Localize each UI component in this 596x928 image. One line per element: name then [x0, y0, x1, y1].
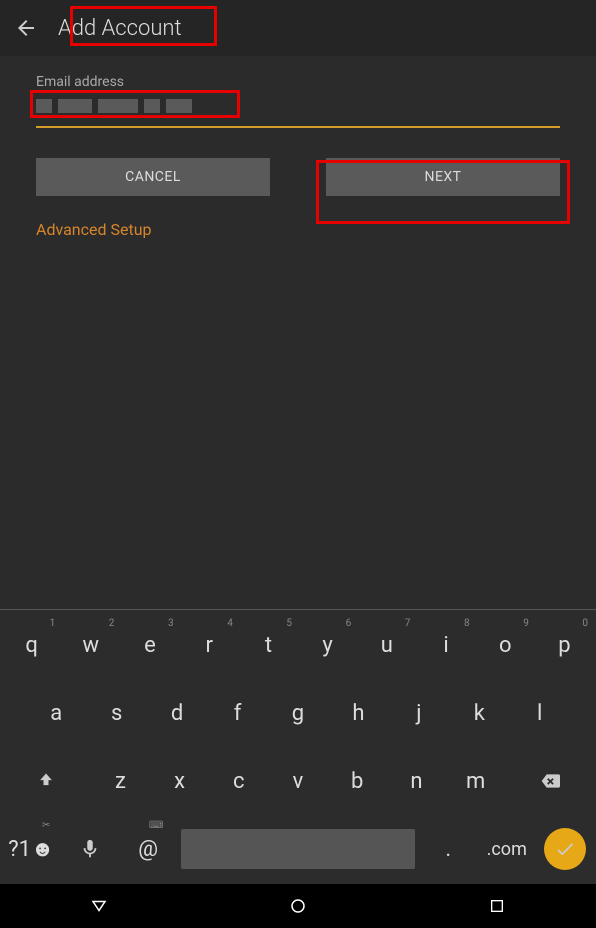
key-superscript: 8: [464, 618, 470, 629]
key-o[interactable]: 9o: [476, 616, 535, 674]
key-w[interactable]: 2w: [61, 616, 120, 674]
input-underline: [36, 126, 560, 128]
shift-key[interactable]: [2, 752, 91, 810]
keyboard-row-2: asdfghjkl: [2, 684, 594, 742]
key-label: g: [292, 701, 304, 726]
email-label: Email address: [36, 74, 560, 90]
key-superscript: 4: [227, 618, 233, 629]
key-superscript: 2: [109, 618, 115, 629]
key-y[interactable]: 6y: [298, 616, 357, 674]
key-e[interactable]: 3e: [120, 616, 179, 674]
enter-key[interactable]: [544, 828, 586, 870]
key-superscript: 5: [286, 618, 292, 629]
email-input[interactable]: [36, 94, 560, 118]
key-b[interactable]: b: [328, 752, 387, 810]
header: Add Account: [0, 0, 596, 56]
key-d[interactable]: d: [147, 684, 207, 742]
key-label: a: [50, 701, 62, 726]
key-label: y: [322, 633, 332, 658]
button-row: CANCEL NEXT: [36, 158, 560, 196]
key-superscript: 1: [50, 618, 56, 629]
redacted-email: [36, 94, 560, 118]
spacebar-key[interactable]: [181, 829, 415, 869]
key-label: c: [233, 769, 245, 794]
key-label: b: [351, 769, 363, 794]
at-key-label: @: [138, 837, 158, 862]
key-k[interactable]: k: [449, 684, 509, 742]
key-label: d: [171, 701, 183, 726]
key-m[interactable]: m: [446, 752, 505, 810]
key-p[interactable]: 0p: [535, 616, 594, 674]
key-u[interactable]: 7u: [357, 616, 416, 674]
keyboard-row-bottom: ✂ ?1☻ ⌨ @ . .com: [2, 820, 594, 878]
key-label: t: [265, 633, 272, 658]
key-superscript: 6: [346, 618, 352, 629]
key-c[interactable]: c: [209, 752, 268, 810]
keyboard-row-1: 1q2w3e4r5t6y7u8i9o0p: [2, 616, 594, 674]
key-label: l: [537, 701, 542, 726]
dotcom-key[interactable]: .com: [478, 820, 536, 878]
keyboard-hint-icon: ⌨: [149, 820, 163, 831]
key-superscript: 7: [405, 618, 411, 629]
key-label: w: [83, 633, 100, 658]
key-s[interactable]: s: [86, 684, 146, 742]
content: Email address CANCEL NEXT Advanced Setup: [0, 56, 596, 257]
key-label: o: [499, 633, 512, 658]
back-arrow-icon[interactable]: [14, 16, 38, 40]
key-j[interactable]: j: [389, 684, 449, 742]
key-a[interactable]: a: [26, 684, 86, 742]
key-v[interactable]: v: [268, 752, 327, 810]
key-g[interactable]: g: [268, 684, 328, 742]
nav-home-icon[interactable]: [286, 894, 310, 918]
key-superscript: 0: [582, 618, 588, 629]
key-superscript: 9: [523, 618, 529, 629]
key-label: q: [25, 633, 38, 658]
key-f[interactable]: f: [207, 684, 267, 742]
key-label: u: [381, 633, 393, 658]
key-label: k: [474, 701, 485, 726]
symbols-key[interactable]: ✂ ?1☻: [2, 820, 60, 878]
dot-key[interactable]: .: [419, 820, 477, 878]
page-title: Add Account: [58, 16, 182, 41]
nav-back-icon[interactable]: [87, 894, 111, 918]
backspace-key[interactable]: [505, 752, 594, 810]
next-button[interactable]: NEXT: [326, 158, 560, 196]
key-label: s: [111, 701, 122, 726]
onscreen-keyboard: 1q2w3e4r5t6y7u8i9o0p asdfghjkl zxcvbnm ✂…: [0, 609, 596, 884]
key-label: z: [115, 769, 126, 794]
key-label: h: [352, 701, 364, 726]
key-superscript: 3: [168, 618, 174, 629]
mic-key[interactable]: [60, 820, 118, 878]
key-h[interactable]: h: [328, 684, 388, 742]
key-label: j: [416, 701, 421, 726]
key-label: x: [174, 769, 185, 794]
cancel-button[interactable]: CANCEL: [36, 158, 270, 196]
system-navbar: [0, 884, 596, 928]
key-label: p: [558, 633, 570, 658]
key-r[interactable]: 4r: [180, 616, 239, 674]
key-n[interactable]: n: [387, 752, 446, 810]
at-key[interactable]: ⌨ @: [119, 820, 177, 878]
key-label: r: [205, 633, 212, 658]
key-z[interactable]: z: [91, 752, 150, 810]
key-l[interactable]: l: [510, 684, 570, 742]
advanced-setup-link[interactable]: Advanced Setup: [36, 220, 152, 239]
key-x[interactable]: x: [150, 752, 209, 810]
key-label: n: [410, 769, 422, 794]
key-label: m: [466, 769, 485, 794]
nav-recent-icon[interactable]: [485, 894, 509, 918]
key-label: v: [293, 769, 304, 794]
key-q[interactable]: 1q: [2, 616, 61, 674]
scissors-icon: ✂: [42, 820, 50, 831]
key-t[interactable]: 5t: [239, 616, 298, 674]
symbols-key-label: ?1☻: [8, 836, 54, 862]
key-label: e: [144, 633, 156, 658]
key-label: f: [234, 701, 242, 726]
key-label: i: [443, 633, 448, 658]
key-i[interactable]: 8i: [416, 616, 475, 674]
keyboard-row-3: zxcvbnm: [2, 752, 594, 810]
